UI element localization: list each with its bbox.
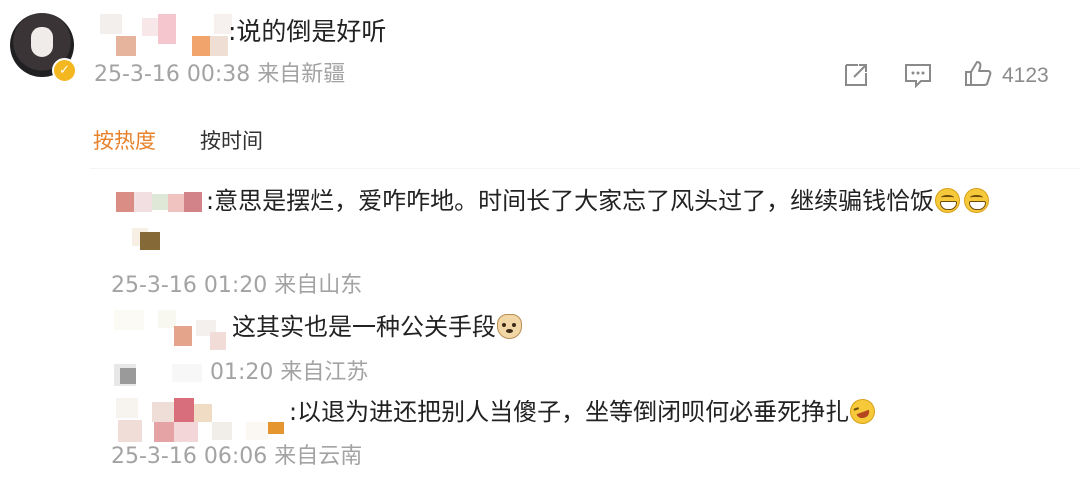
reply-meta: 01:20 来自江苏: [210, 359, 368, 387]
reply-text-body: :意思是摆烂，爱咋咋地。时间长了大家忘了风头过了，继续骗钱恰饭: [206, 187, 935, 215]
comment-meta: 25-3-16 00:38 来自新疆: [94, 61, 345, 89]
comment-location: 来自新疆: [257, 62, 346, 87]
reply-location: 来自江苏: [280, 360, 369, 385]
grin-emoji-icon: [935, 188, 961, 213]
verified-badge-icon: ✓: [52, 58, 77, 83]
reply-location: 来自云南: [274, 444, 363, 469]
reply-text: 这其实也是一种公关手段: [232, 311, 522, 343]
weibo-comment-screenshot: ✓ :说的倒是好听 25-3-16 00:38 来自新疆 4123 按热度 按时…: [0, 0, 1080, 480]
reply-timestamp: 25-3-16 06:06: [111, 444, 268, 469]
reply-text: :以退为进还把别人当傻子，坐等倒闭呗何必垂死挣扎: [289, 395, 879, 428]
reply-meta: 25-3-16 01:20 来自山东: [111, 272, 362, 300]
reply-username-mosaic[interactable]: [112, 398, 288, 444]
username-mosaic[interactable]: [100, 14, 232, 58]
like-count: 4123: [1002, 64, 1049, 87]
like-icon[interactable]: [963, 59, 993, 93]
reply-text-body: :以退为进还把别人当傻子，坐等倒闭呗何必垂死挣扎: [289, 398, 850, 426]
comment-timestamp: 25-3-16 00:38: [94, 62, 251, 87]
reply-timestamp: 25-3-16 01:20: [111, 273, 268, 298]
doge-emoji-icon: [497, 314, 522, 339]
avatar-face: [31, 27, 53, 57]
divider: [90, 168, 1080, 169]
laugh-emoji-icon: [846, 395, 879, 428]
reply-meta: 25-3-16 06:06 来自云南: [111, 443, 362, 471]
reply-location: 来自山东: [274, 273, 363, 298]
reply-timestamp: 01:20: [210, 360, 274, 385]
reply-text-body: 这其实也是一种公关手段: [232, 313, 496, 341]
share-icon[interactable]: [842, 61, 870, 93]
reply-username-mosaic[interactable]: [112, 188, 208, 260]
comment-text: :说的倒是好听: [228, 17, 387, 46]
tab-sort-time[interactable]: 按时间: [200, 127, 263, 155]
comment-icon[interactable]: [903, 61, 933, 93]
grin-emoji-icon: [964, 188, 990, 213]
reply-text: :意思是摆烂，爱咋咋地。时间长了大家忘了风头过了，继续骗钱恰饭: [206, 185, 990, 217]
tab-sort-hot[interactable]: 按热度: [93, 127, 156, 155]
